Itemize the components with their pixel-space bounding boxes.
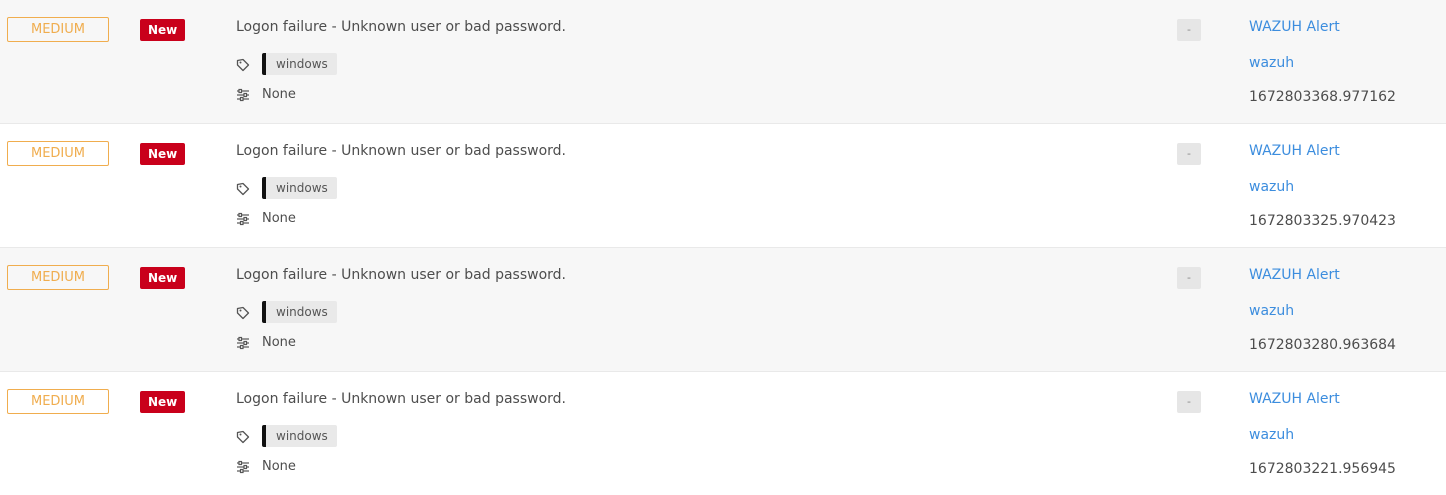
tag-list: windows (236, 301, 337, 323)
status-badge: New (140, 19, 186, 41)
severity-badge[interactable]: MEDIUM (7, 141, 109, 166)
alert-type-link[interactable]: wazuh (1249, 303, 1294, 319)
sliders-icon (236, 212, 250, 226)
status-badge: New (140, 267, 186, 289)
observables-count[interactable]: - (1177, 267, 1201, 289)
alert-source-link[interactable]: WAZUH Alert (1249, 267, 1340, 283)
alert-title[interactable]: Logon failure - Unknown user or bad pass… (236, 143, 566, 159)
tag-windows[interactable]: windows (262, 301, 337, 323)
alert-reference: 1672803368.977162 (1249, 89, 1396, 105)
alert-reference: 1672803325.970423 (1249, 213, 1396, 229)
observables-count[interactable]: - (1177, 391, 1201, 413)
alert-source-link[interactable]: WAZUH Alert (1249, 143, 1340, 159)
alert-type-link[interactable]: wazuh (1249, 55, 1294, 71)
severity-badge[interactable]: MEDIUM (7, 265, 109, 290)
tag-list: windows (236, 53, 337, 75)
tag-icon (236, 181, 250, 196)
custom-fields-value: None (262, 211, 296, 226)
alert-title[interactable]: Logon failure - Unknown user or bad pass… (236, 19, 566, 35)
alert-reference: 1672803221.956945 (1249, 461, 1396, 477)
sliders-icon (236, 88, 250, 102)
tag-icon (236, 429, 250, 444)
sliders-icon (236, 460, 250, 474)
observables-count[interactable]: - (1177, 19, 1201, 41)
tag-list: windows (236, 425, 337, 447)
alert-source-link[interactable]: WAZUH Alert (1249, 391, 1340, 407)
severity-badge[interactable]: MEDIUM (7, 17, 109, 42)
alert-reference: 1672803280.963684 (1249, 337, 1396, 353)
alert-source-link[interactable]: WAZUH Alert (1249, 19, 1340, 35)
tag-windows[interactable]: windows (262, 425, 337, 447)
severity-badge[interactable]: MEDIUM (7, 389, 109, 414)
alert-type-link[interactable]: wazuh (1249, 427, 1294, 443)
alert-row[interactable]: MEDIUM New Logon failure - Unknown user … (0, 372, 1446, 495)
status-badge: New (140, 143, 186, 165)
status-badge: New (140, 391, 186, 413)
observables-count[interactable]: - (1177, 143, 1201, 165)
alert-row[interactable]: MEDIUM New Logon failure - Unknown user … (0, 248, 1446, 372)
custom-fields: None (236, 459, 296, 474)
alert-title[interactable]: Logon failure - Unknown user or bad pass… (236, 267, 566, 283)
tag-windows[interactable]: windows (262, 177, 337, 199)
tag-icon (236, 57, 250, 72)
alert-list: MEDIUM New Logon failure - Unknown user … (0, 0, 1446, 495)
tag-icon (236, 305, 250, 320)
custom-fields-value: None (262, 459, 296, 474)
tag-list: windows (236, 177, 337, 199)
alert-row[interactable]: MEDIUM New Logon failure - Unknown user … (0, 124, 1446, 248)
custom-fields-value: None (262, 335, 296, 350)
alert-type-link[interactable]: wazuh (1249, 179, 1294, 195)
alert-title[interactable]: Logon failure - Unknown user or bad pass… (236, 391, 566, 407)
custom-fields: None (236, 211, 296, 226)
custom-fields: None (236, 87, 296, 102)
alert-row[interactable]: MEDIUM New Logon failure - Unknown user … (0, 0, 1446, 124)
custom-fields-value: None (262, 87, 296, 102)
sliders-icon (236, 336, 250, 350)
custom-fields: None (236, 335, 296, 350)
tag-windows[interactable]: windows (262, 53, 337, 75)
